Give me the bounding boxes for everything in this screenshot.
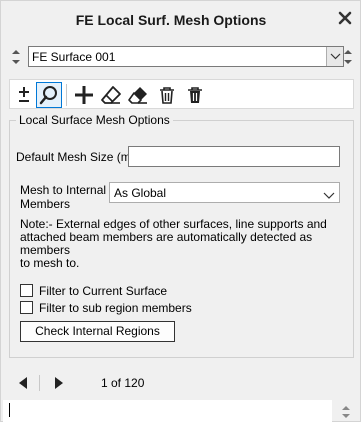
group-title: Local Surface Mesh Options <box>16 113 173 127</box>
record-navigator: 1 of 120 <box>9 373 354 393</box>
trash-filled-icon[interactable] <box>182 82 208 108</box>
surface-combo[interactable]: FE Surface 001 <box>28 46 344 67</box>
spin-updown-bottom[interactable] <box>340 403 352 421</box>
spin-down-icon <box>12 60 20 64</box>
mesh-to-internal-label-line1: Mesh to Internal <box>20 183 107 197</box>
spin-updown[interactable] <box>9 45 23 69</box>
chevron-down-icon[interactable] <box>326 47 343 66</box>
chevron-down-icon <box>323 189 335 203</box>
close-icon[interactable] <box>338 11 352 25</box>
default-mesh-size-input[interactable] <box>128 146 340 167</box>
spin-down-icon <box>342 414 350 418</box>
eraser-outline-icon[interactable] <box>98 82 124 108</box>
filter-sub-region-label: Filter to sub region members <box>39 301 192 315</box>
filter-sub-region-checkbox[interactable] <box>20 301 33 314</box>
toolbar <box>9 79 354 109</box>
text-caret <box>9 403 10 417</box>
note-line-2: attached beam members are automatically … <box>20 230 313 257</box>
title-bar: FE Local Surf. Mesh Options <box>1 1 360 37</box>
filter-current-surface-label: Filter to Current Surface <box>39 284 168 298</box>
play-left-icon[interactable] <box>15 375 31 391</box>
surface-combo-value: FE Surface 001 <box>32 50 116 64</box>
spin-updown-right[interactable] <box>342 45 354 69</box>
nav-separator <box>39 375 40 391</box>
note-line-3: to mesh to. <box>20 256 80 270</box>
mesh-to-internal-value: As Global <box>114 186 167 200</box>
play-right-icon[interactable] <box>51 375 67 391</box>
plus-icon[interactable] <box>71 82 97 108</box>
mesh-to-internal-select[interactable]: As Global <box>109 182 340 203</box>
default-mesh-size-label: Default Mesh Size (m) <box>16 150 135 164</box>
note-text: Note:- External edges of other surfaces,… <box>20 218 345 270</box>
footer-input[interactable] <box>3 400 332 422</box>
mesh-options-panel: FE Local Surf. Mesh Options FE Surface 0… <box>0 0 361 422</box>
spin-up-icon <box>344 50 352 54</box>
toolbar-separator <box>66 84 67 106</box>
surface-selector-row: FE Surface 001 <box>9 45 354 69</box>
check-internal-regions-button[interactable]: Check Internal Regions <box>20 321 175 342</box>
search-icon[interactable] <box>36 82 62 108</box>
trash-outline-icon[interactable] <box>154 82 180 108</box>
spin-up-icon <box>12 50 20 54</box>
spin-down-icon <box>344 60 352 64</box>
spin-up-icon <box>342 406 350 410</box>
page-indicator: 1 of 120 <box>101 376 145 390</box>
eraser-filled-icon[interactable] <box>125 82 151 108</box>
panel-title: FE Local Surf. Mesh Options <box>75 12 267 28</box>
plus-minus-icon[interactable] <box>11 82 37 108</box>
local-surface-mesh-options-group: Local Surface Mesh Options Default Mesh … <box>9 113 354 358</box>
filter-current-surface-checkbox[interactable] <box>20 284 33 297</box>
mesh-to-internal-label-line2: Members <box>20 197 71 211</box>
